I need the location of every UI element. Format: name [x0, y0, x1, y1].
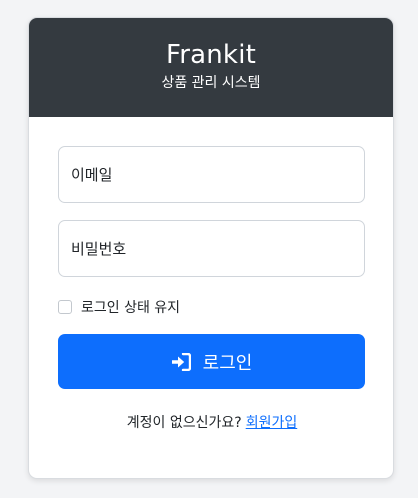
card-header: Frankit 상품 관리 시스템 [29, 18, 393, 117]
login-button[interactable]: 로그인 [58, 334, 365, 389]
signup-link[interactable]: 회원가입 [246, 415, 298, 431]
remember-checkbox[interactable] [58, 300, 72, 314]
login-card: Frankit 상품 관리 시스템 로그인 상태 유지 로그인 계정이 없으신가… [28, 17, 394, 479]
signup-prompt: 계정이 없으신가요? [126, 415, 242, 431]
email-field[interactable] [58, 146, 365, 203]
remember-me[interactable]: 로그인 상태 유지 [58, 297, 180, 317]
brand-subtitle: 상품 관리 시스템 [161, 75, 261, 91]
signup-row: 계정이 없으신가요? 회원가입 [29, 412, 393, 432]
login-label: 로그인 [202, 352, 253, 374]
remember-label: 로그인 상태 유지 [81, 300, 181, 316]
password-field[interactable] [58, 220, 365, 277]
sign-in-icon [171, 352, 191, 371]
brand-title: Frankit [165, 40, 257, 70]
